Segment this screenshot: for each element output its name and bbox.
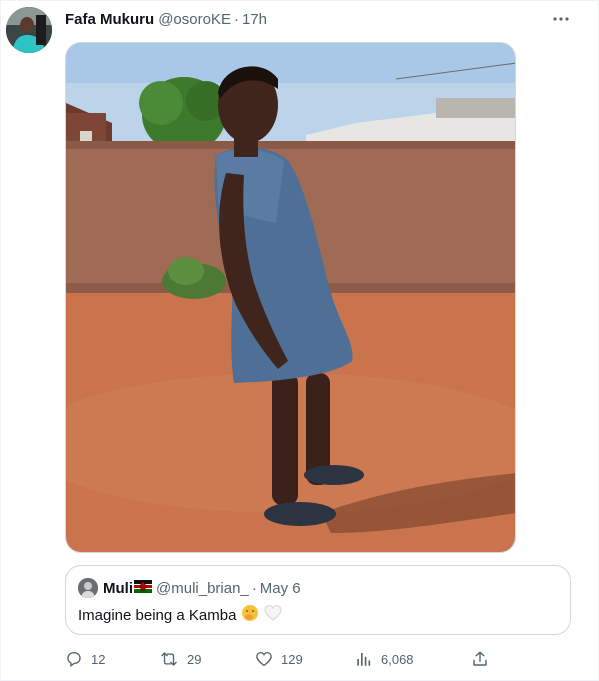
more-horizontal-icon <box>553 17 569 21</box>
retweet-count: 29 <box>187 651 202 667</box>
retweet-button[interactable]: 29 <box>159 647 201 671</box>
like-button[interactable]: 129 <box>255 647 303 671</box>
quoted-author-display-name[interactable]: Muli <box>103 580 133 597</box>
views-button[interactable]: 6,068 <box>355 647 414 671</box>
kenya-flag-icon <box>134 579 152 597</box>
quoted-tweet[interactable]: Muli @muli_brian_ · May 6 Imagine being … <box>65 565 571 635</box>
like-count: 129 <box>281 651 303 667</box>
author-display-name[interactable]: Fafa Mukuru <box>65 11 154 28</box>
more-options-button[interactable] <box>549 7 573 31</box>
quoted-tweet-date[interactable]: May 6 <box>260 580 301 597</box>
tweet-header: Fafa Mukuru @osoroKE · 17h <box>65 9 267 29</box>
share-icon <box>473 651 487 666</box>
author-avatar[interactable] <box>6 7 52 53</box>
views-count: 6,068 <box>381 651 414 667</box>
face-with-hand-over-mouth-emoji-icon <box>241 604 259 626</box>
quoted-tweet-header: Muli @muli_brian_ · May 6 <box>78 578 301 598</box>
reply-button[interactable]: 12 <box>65 647 105 671</box>
quoted-tweet-text-row: Imagine being a Kamba <box>78 604 282 626</box>
photo-person-denim-dress-icon <box>66 43 515 552</box>
author-handle[interactable]: @osoroKE <box>158 11 231 28</box>
heart-icon <box>256 651 272 667</box>
tweet-media[interactable] <box>65 42 516 553</box>
analytics-icon <box>357 653 371 666</box>
profile-avatar-icon <box>78 578 98 598</box>
separator-dot: · <box>251 579 257 597</box>
reply-count: 12 <box>91 651 106 667</box>
quoted-tweet-text: Imagine being a Kamba <box>78 606 237 624</box>
retweet-icon <box>161 652 177 666</box>
share-button[interactable] <box>471 647 489 671</box>
quoted-author-handle[interactable]: @muli_brian_ <box>156 580 249 597</box>
white-heart-emoji-icon <box>264 604 282 626</box>
tweet-card[interactable]: Fafa Mukuru @osoroKE · 17h Muli @muli_br… <box>0 0 599 681</box>
tweet-actions: 12 29 129 6,068 <box>65 647 495 671</box>
quoted-author-avatar[interactable] <box>78 578 98 598</box>
profile-avatar-icon <box>6 7 52 53</box>
reply-icon <box>67 651 81 668</box>
tweet-timestamp[interactable]: 17h <box>242 11 267 28</box>
separator-dot: · <box>233 10 239 28</box>
